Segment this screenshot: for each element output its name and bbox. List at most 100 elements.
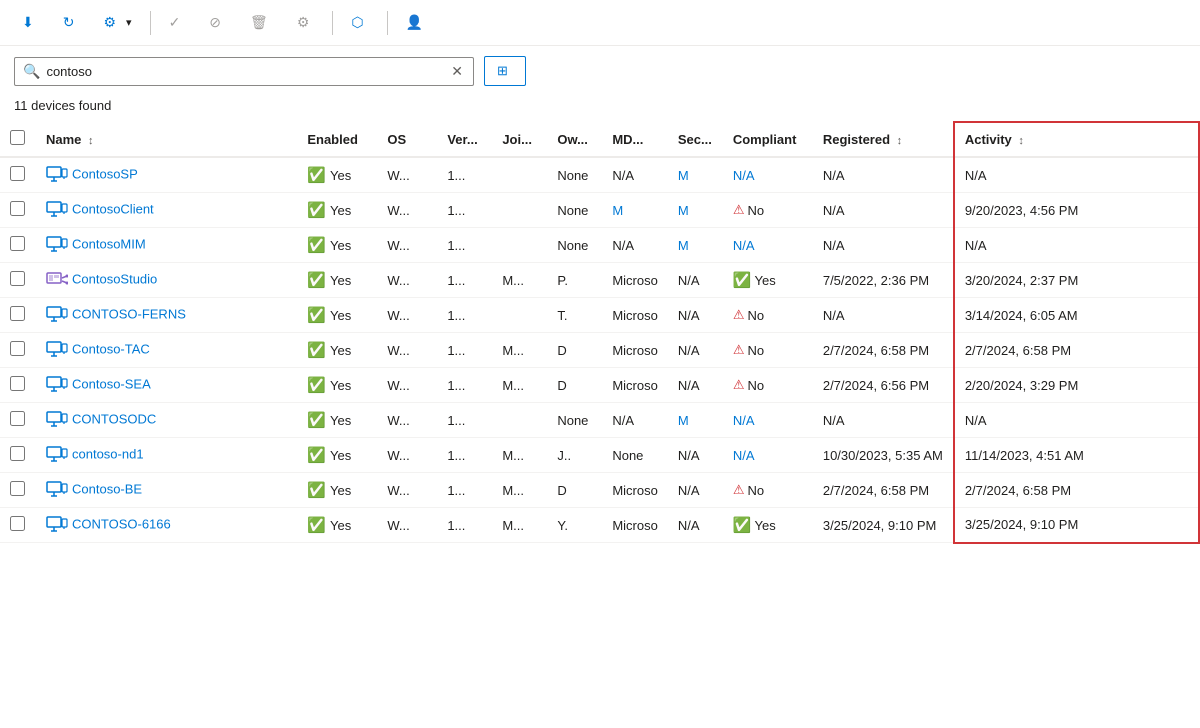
os-cell: W...: [377, 333, 437, 368]
col-header-os: OS: [377, 122, 437, 157]
md-cell: None: [602, 438, 668, 473]
table-row: CONTOSO-FERNS ✅ Yes W...1...T.MicrosoN/A…: [0, 298, 1199, 333]
registered-cell: 2/7/2024, 6:58 PM: [813, 333, 954, 368]
row-checkbox[interactable]: [10, 376, 25, 391]
row-checkbox[interactable]: [10, 446, 25, 461]
enabled-value: Yes: [330, 238, 351, 253]
device-name-link[interactable]: ContosoMIM: [72, 236, 146, 251]
enabled-value: Yes: [330, 273, 351, 288]
desktop-icon: [46, 341, 68, 359]
alert-icon: ⚠: [733, 377, 745, 393]
sec-cell: M: [668, 403, 723, 438]
filter-icon: ⊞: [497, 63, 508, 79]
enable-button[interactable]: ✓: [159, 8, 196, 37]
row-checkbox[interactable]: [10, 201, 25, 216]
registered-cell: N/A: [813, 228, 954, 263]
compliant-cell: ✅ Yes: [723, 263, 813, 298]
download-icon: ⬇: [22, 14, 34, 31]
select-all-checkbox[interactable]: [10, 130, 25, 145]
name-sort-icon: ↕: [88, 135, 94, 147]
row-checkbox[interactable]: [10, 166, 25, 181]
registered-cell: N/A: [813, 298, 954, 333]
col-header-registered[interactable]: Registered ↕: [813, 122, 954, 157]
enabled-badge: ✅ Yes: [307, 201, 367, 219]
check-icon: ✅: [307, 411, 326, 429]
device-name-link[interactable]: Contoso-BE: [72, 481, 142, 496]
device-name-link[interactable]: CONTOSODC: [72, 411, 156, 426]
activity-cell: N/A: [954, 157, 1199, 193]
enabled-value: Yes: [330, 448, 351, 463]
sec-cell: N/A: [668, 473, 723, 508]
compliant-cell: ⚠ No: [723, 473, 813, 508]
row-checkbox[interactable]: [10, 341, 25, 356]
manage-icon: ⚙: [297, 14, 310, 31]
add-filters-button[interactable]: ⊞: [484, 56, 526, 86]
owner-cell: D: [547, 333, 602, 368]
device-name-link[interactable]: contoso-nd1: [72, 446, 144, 461]
delete-button[interactable]: 🗑: [240, 8, 283, 37]
enabled-badge: ✅ Yes: [307, 166, 367, 184]
table-row: Contoso-TAC ✅ Yes W...1...M...DMicrosoN/…: [0, 333, 1199, 368]
table-row: ContosoSP ✅ Yes W...1...NoneN/AMN/AN/AN/…: [0, 157, 1199, 193]
search-input[interactable]: [46, 64, 449, 79]
md-cell: N/A: [602, 403, 668, 438]
enabled-badge: ✅ Yes: [307, 306, 367, 324]
col-header-md: MD...: [602, 122, 668, 157]
preview-icon: ⬡: [351, 14, 363, 31]
feedback-button[interactable]: 👤: [396, 8, 438, 37]
enabled-value: Yes: [330, 308, 351, 323]
enable-icon: ✓: [169, 14, 181, 31]
ver-cell: 1...: [437, 333, 492, 368]
registered-cell: 2/7/2024, 6:58 PM: [813, 473, 954, 508]
col-header-enabled: Enabled: [297, 122, 377, 157]
alert-icon: ⚠: [733, 482, 745, 498]
check-icon: ✅: [307, 341, 326, 359]
device-name-link[interactable]: CONTOSO-FERNS: [72, 306, 186, 321]
sec-cell: M: [668, 157, 723, 193]
row-checkbox[interactable]: [10, 271, 25, 286]
device-name-link[interactable]: CONTOSO-6166: [72, 516, 171, 531]
manage-button[interactable]: ⚙: [287, 8, 325, 37]
row-checkbox[interactable]: [10, 306, 25, 321]
device-name-link[interactable]: ContosoStudio: [72, 271, 157, 286]
ver-cell: 1...: [437, 228, 492, 263]
col-header-name[interactable]: Name ↕: [36, 122, 297, 157]
download-devices-button[interactable]: ⬇: [12, 8, 49, 37]
row-checkbox[interactable]: [10, 516, 25, 531]
preview-features-button[interactable]: ⬡: [341, 8, 378, 37]
os-cell: W...: [377, 473, 437, 508]
activity-cell: 2/20/2024, 3:29 PM: [954, 368, 1199, 403]
join-cell: M...: [492, 438, 547, 473]
enabled-badge: ✅ Yes: [307, 236, 367, 254]
registered-cell: 3/25/2024, 9:10 PM: [813, 508, 954, 543]
sec-value: M: [678, 238, 689, 253]
device-name-link[interactable]: ContosoClient: [72, 201, 154, 216]
clear-search-button[interactable]: ✕: [449, 63, 465, 80]
manage-view-button[interactable]: ⚙ ▾: [93, 8, 141, 37]
enabled-badge: ✅ Yes: [307, 341, 367, 359]
toolbar: ⬇ ↻ ⚙ ▾ ✓ ⊘ 🗑 ⚙ ⬡ 👤: [0, 0, 1200, 46]
noncompliant-badge: ⚠ No: [733, 377, 803, 393]
col-header-activity[interactable]: Activity ↕: [954, 122, 1199, 157]
check-icon: ✅: [307, 306, 326, 324]
row-checkbox[interactable]: [10, 236, 25, 251]
row-checkbox[interactable]: [10, 411, 25, 426]
ver-cell: 1...: [437, 263, 492, 298]
col-header-joi: Joi...: [492, 122, 547, 157]
os-cell: W...: [377, 438, 437, 473]
device-name-link[interactable]: ContosoSP: [72, 166, 138, 181]
enabled-value: Yes: [330, 343, 351, 358]
compliant-value: No: [748, 483, 765, 498]
refresh-button[interactable]: ↻: [53, 8, 90, 37]
check-icon: ✅: [307, 201, 326, 219]
device-name-link[interactable]: Contoso-TAC: [72, 341, 150, 356]
sec-cell: N/A: [668, 298, 723, 333]
device-name-link[interactable]: Contoso-SEA: [72, 376, 151, 391]
owner-cell: J..: [547, 438, 602, 473]
row-checkbox[interactable]: [10, 481, 25, 496]
disable-button[interactable]: ⊘: [199, 8, 236, 37]
table-row: ContosoStudio ✅ Yes W...1...M...P.Micros…: [0, 263, 1199, 298]
os-cell: W...: [377, 368, 437, 403]
enabled-value: Yes: [330, 378, 351, 393]
check-icon: ✅: [307, 376, 326, 394]
